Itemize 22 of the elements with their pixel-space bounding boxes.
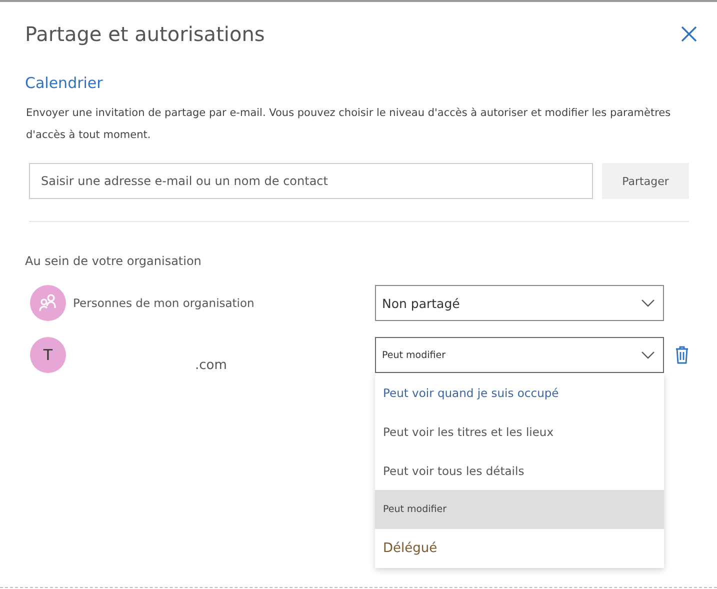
avatar-initial: T [30,337,66,373]
dialog-title: Partage et autorisations [25,22,265,46]
permission-value: Peut modifier [382,350,446,360]
menu-item[interactable]: Délégué [375,529,664,568]
close-icon[interactable] [681,26,697,42]
menu-item[interactable]: Peut voir les titres et les lieux [375,412,664,451]
menu-item[interactable]: Peut modifier [375,490,664,529]
calendar-name: Calendrier [25,74,104,92]
permission-dropdown[interactable]: Non partagé [375,285,664,321]
people-icon [30,285,66,321]
member-name: Personnes de mon organisation [73,296,254,310]
section-heading: Au sein de votre organisation [25,254,202,268]
permission-value: Non partagé [382,296,460,310]
description-text: Envoyer une invitation de partage par e-mail. Vous pouvez choisir le niveau d'accès à autoriser et modifier les paramètres d'accès à tout moment. [26,106,672,143]
share-button[interactable]: Partager [602,163,689,199]
menu-item[interactable]: Peut voir tous les détails [375,451,664,490]
chevron-icon [641,299,655,307]
email-input-field[interactable]: Saisir une adresse e-mail ou un nom de contact [29,163,593,199]
menu-item[interactable]: Peut voir quand je suis occupé [375,373,664,412]
member-name: .com [195,358,227,372]
trash-icon[interactable] [675,346,689,364]
chevron-icon [641,351,655,359]
